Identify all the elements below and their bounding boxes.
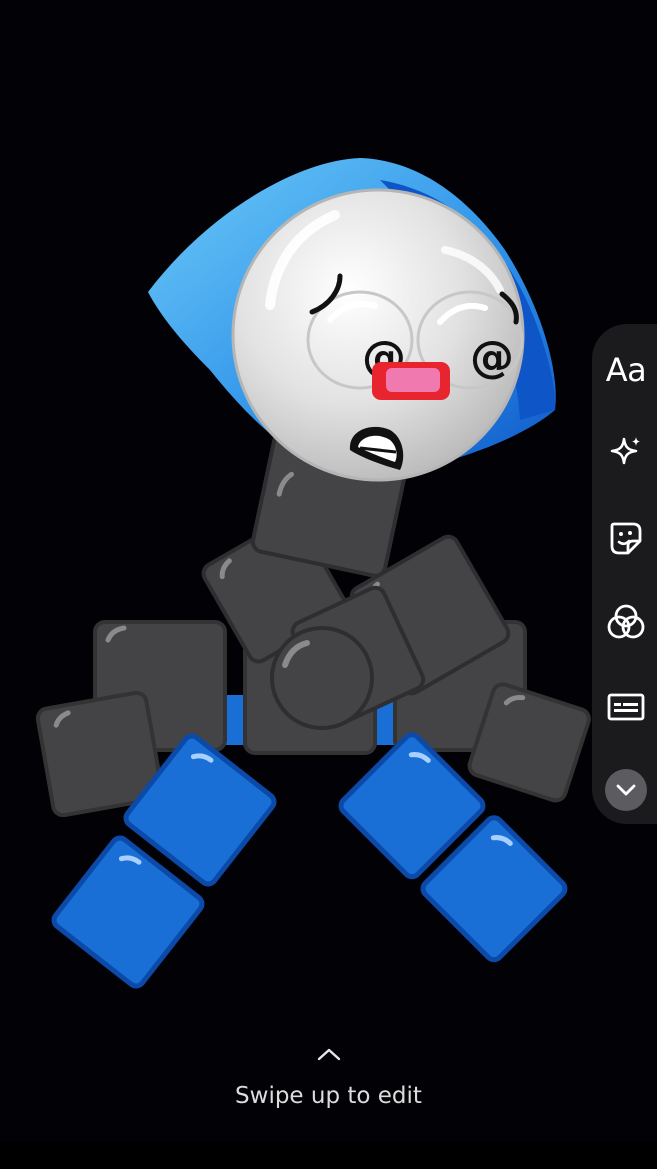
- sticker-icon: [610, 522, 642, 555]
- filters-tool-button[interactable]: [598, 594, 654, 650]
- more-tools-button[interactable]: [598, 762, 654, 818]
- text-tool-button[interactable]: Aa: [598, 342, 654, 398]
- sparkle-icon: [610, 437, 640, 465]
- filter-circles-icon: [607, 604, 645, 639]
- more-tools-circle: [605, 769, 647, 811]
- swipe-hint-label: Swipe up to edit: [235, 1083, 422, 1109]
- swipe-up-hint[interactable]: Swipe up to edit: [0, 1045, 657, 1109]
- joint-ball: [270, 626, 374, 730]
- sticker-tool-button[interactable]: [598, 510, 654, 566]
- media-canvas[interactable]: @ @ Aa Swipe up to edit: [0, 0, 657, 1169]
- editing-tool-rail: Aa: [592, 324, 657, 824]
- chevron-up-icon: [317, 1048, 340, 1061]
- text-icon: Aa: [605, 351, 647, 389]
- chevron-down-icon: [616, 784, 636, 796]
- character-artwork: @ @: [35, 158, 591, 989]
- right-eye-glyph: @: [470, 332, 514, 383]
- effects-tool-button[interactable]: [598, 425, 654, 481]
- captions-tool-button[interactable]: [598, 679, 654, 735]
- bottom-system-bar: [0, 1142, 657, 1169]
- captions-icon: [607, 693, 645, 721]
